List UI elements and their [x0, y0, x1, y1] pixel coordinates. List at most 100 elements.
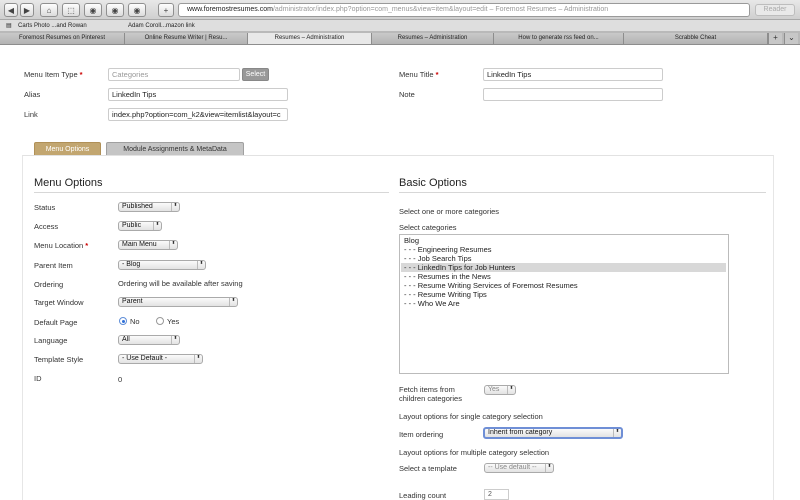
list-item[interactable]: Blog — [404, 236, 419, 245]
categories-intro: Select one or more categories — [399, 207, 500, 216]
item-ordering-select[interactable]: Inherit from category ⬍ — [483, 427, 623, 439]
readinglist-button[interactable]: ◉ — [128, 3, 146, 17]
single-layout-heading: Layout options for single category selec… — [399, 412, 543, 421]
select-template-select[interactable]: -- Use default -- ⬍ — [484, 463, 554, 473]
target-window-label: Target Window — [34, 298, 84, 307]
list-item[interactable]: - - - Who We Are — [404, 299, 460, 308]
default-page-yes-label[interactable]: Yes — [167, 317, 179, 326]
list-item[interactable]: - - - Engineering Resumes — [404, 245, 492, 254]
select-arrows-icon: ⬍ — [507, 386, 515, 394]
tab-overflow-button[interactable]: ⌄ — [784, 33, 798, 44]
link-field[interactable]: index.php?option=com_k2&view=itemlist&la… — [108, 108, 288, 121]
list-item[interactable]: - - - Resume Writing Tips — [404, 290, 487, 299]
list-item[interactable]: - - - Resume Writing Services of Foremos… — [404, 281, 578, 290]
list-item[interactable]: - - - Job Search Tips — [404, 254, 472, 263]
select-arrows-icon: ⬍ — [229, 298, 237, 306]
menu-title-label: Menu Title * — [399, 70, 439, 79]
browser-tab[interactable]: Foremost Resumes on Pinterest — [0, 33, 125, 44]
ordering-label: Ordering — [34, 280, 64, 289]
fetch-children-label: Fetch items from children categories — [399, 385, 462, 403]
home-icon: ⌂ — [46, 5, 52, 15]
divider — [34, 192, 389, 193]
categories-listbox[interactable]: Blog - - - Engineering Resumes - - - Job… — [399, 234, 729, 374]
basic-options-title: Basic Options — [399, 177, 467, 189]
menu-item-type-label: Menu Item Type * — [24, 70, 83, 79]
menu-options-title: Menu Options — [34, 177, 103, 189]
leading-count-field[interactable]: 2 — [484, 489, 509, 500]
home-button[interactable]: ⌂ — [40, 3, 58, 17]
share-button[interactable]: ⬚ — [62, 3, 80, 17]
id-value: 0 — [118, 375, 123, 384]
menu-item-type-field[interactable]: Categories — [108, 68, 240, 81]
menu-location-select[interactable]: Main Menu ⬍ — [118, 240, 178, 250]
list-item-selected[interactable]: - - - LinkedIn Tips for Job Hunters — [401, 263, 726, 272]
select-menu-type-button[interactable]: Select — [242, 68, 269, 81]
new-tab-button[interactable]: + — [768, 33, 782, 44]
browser-toolbar: ◀ ▶ ⌂ ⬚ ◉ ◉ ◉ + www.foremostresumes.com/… — [0, 0, 800, 20]
multiple-layout-heading: Layout options for multiple category sel… — [399, 448, 550, 457]
list-item[interactable]: - - - Resumes in the News — [404, 272, 491, 281]
browser-tab[interactable]: Online Resume Writer | Resu... — [125, 33, 248, 44]
add-bookmark-button[interactable]: + — [158, 3, 174, 17]
bookmark-item[interactable]: Adam Coroll...mazon link — [128, 20, 195, 32]
ordering-value: Ordering will be available after saving — [118, 279, 243, 288]
default-page-yes-radio[interactable] — [156, 317, 164, 325]
parent-item-label: Parent Item — [34, 261, 73, 270]
back-button[interactable]: ◀ — [4, 3, 18, 17]
bookmark-item[interactable]: Carts Photo ...and Rowan — [18, 20, 87, 32]
note-field[interactable] — [483, 88, 663, 101]
readinglist-icon: ◉ — [133, 5, 141, 15]
select-arrows-icon: ⬍ — [197, 261, 205, 269]
alias-label: Alias — [24, 90, 41, 99]
bookmarks-bar: ▤ Carts Photo ...and Rowan Adam Coroll..… — [0, 20, 800, 32]
select-arrows-icon: ⬍ — [171, 336, 179, 344]
history-button[interactable]: ◉ — [84, 3, 102, 17]
select-template-label: Select a template — [399, 464, 457, 473]
page-content: Menu Item Type * Categories Select Alias … — [0, 46, 800, 500]
id-label: ID — [34, 374, 42, 383]
reader-button[interactable]: Reader — [755, 4, 795, 16]
browser-tab-active[interactable]: Resumes – Administration — [248, 33, 372, 44]
note-label: Note — [399, 90, 415, 99]
browser-tab[interactable]: Resumes – Administration — [372, 33, 494, 44]
forward-icon: ▶ — [23, 5, 31, 15]
address-bar[interactable]: www.foremostresumes.com/administrator/in… — [178, 3, 750, 17]
topsites-button[interactable]: ◉ — [106, 3, 124, 17]
default-page-no-radio[interactable] — [119, 317, 127, 325]
language-select[interactable]: All ⬍ — [118, 335, 180, 345]
default-page-no-label[interactable]: No — [130, 317, 140, 326]
required-marker: * — [79, 70, 83, 79]
alias-field[interactable]: LinkedIn Tips — [108, 88, 288, 101]
tab-module-assignments[interactable]: Module Assignments & MetaData — [106, 142, 244, 156]
tab-menu-options[interactable]: Menu Options — [34, 142, 101, 156]
leading-count-label: Leading count — [399, 491, 447, 500]
select-arrows-icon: ⬍ — [153, 222, 161, 230]
browser-tab[interactable]: How to generate rss feed on... — [494, 33, 624, 44]
history-icon: ◉ — [89, 5, 97, 15]
access-label: Access — [34, 222, 59, 231]
status-select[interactable]: Published ⬍ — [118, 202, 180, 212]
default-page-label: Default Page — [34, 318, 78, 327]
parent-item-select[interactable]: - Blog ⬍ — [118, 260, 206, 270]
divider — [399, 192, 766, 193]
plus-icon: + — [163, 5, 169, 15]
item-ordering-label: Item ordering — [399, 430, 444, 439]
browser-tab[interactable]: Scrabble Cheat — [624, 33, 768, 44]
select-arrows-icon: ⬍ — [171, 203, 179, 211]
back-icon: ◀ — [7, 5, 15, 15]
bookmarks-icon[interactable]: ▤ — [6, 20, 12, 32]
target-window-select[interactable]: Parent ⬍ — [118, 297, 238, 307]
template-style-label: Template Style — [34, 355, 84, 364]
required-marker: * — [435, 70, 439, 79]
access-select[interactable]: Public ⬍ — [118, 221, 162, 231]
browser-tab-bar: Foremost Resumes on Pinterest Online Res… — [0, 32, 800, 45]
categories-label: Select categories — [399, 223, 457, 232]
fetch-children-select[interactable]: Yes ⬍ — [484, 385, 516, 395]
url-host: www.foremostresumes.com — [187, 6, 273, 13]
url-path: /administrator/index.php?option=com_menu… — [272, 6, 609, 13]
forward-button[interactable]: ▶ — [20, 3, 34, 17]
share-icon: ⬚ — [67, 5, 75, 15]
template-style-select[interactable]: - Use Default - ⬍ — [118, 354, 203, 364]
menu-title-field[interactable]: LinkedIn Tips — [483, 68, 663, 81]
link-label: Link — [24, 110, 38, 119]
